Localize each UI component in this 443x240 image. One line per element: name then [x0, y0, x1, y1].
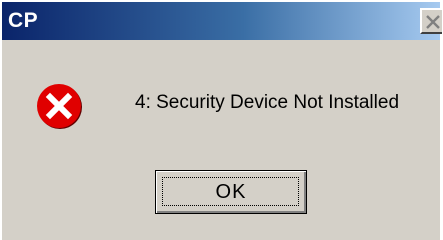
error-dialog: CP 4: Security Device Not Installed OK	[0, 0, 442, 240]
ok-button[interactable]: OK	[155, 170, 307, 214]
ok-button-label: OK	[215, 180, 247, 203]
title-bar[interactable]: CP	[2, 2, 442, 40]
error-message: 4: Security Device Not Installed	[135, 92, 400, 113]
close-button[interactable]	[420, 8, 442, 34]
window-title: CP	[8, 9, 39, 32]
close-x-icon	[426, 15, 440, 29]
error-icon	[37, 84, 82, 129]
